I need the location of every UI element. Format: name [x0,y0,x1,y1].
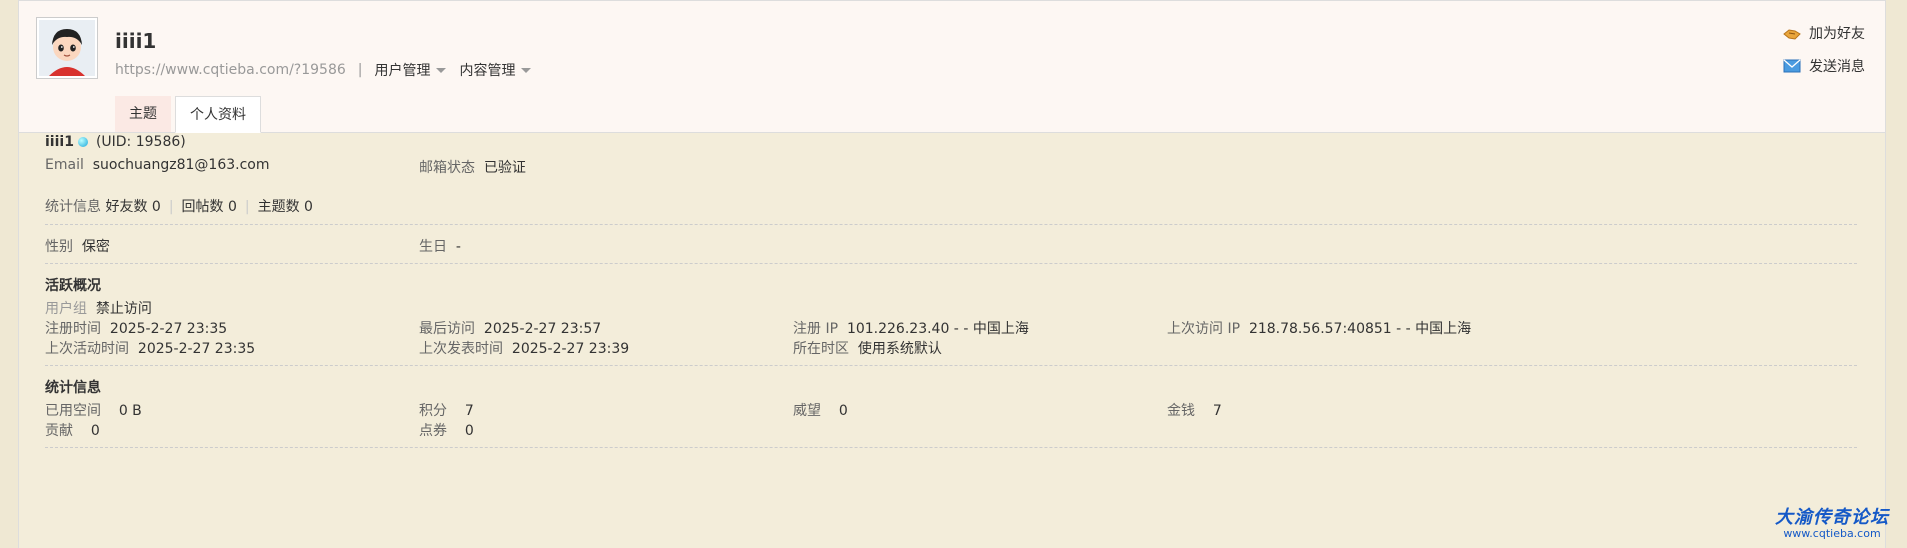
money-value: 7 [1212,403,1222,419]
prestige-value: 0 [838,403,848,419]
contribution-label: 贡献 [45,423,73,439]
watermark-title: 大渝传奇论坛 [1775,507,1889,528]
detail-username: iiii1 [45,134,74,150]
reg-ip-label: 注册 IP [793,321,839,337]
birthday-value: - [455,239,461,255]
last-active-value: 2025-2-27 23:35 [137,341,256,357]
last-ip-row: 上次访问 IP 218.78.56.57:40851 - - 中国上海 [1167,318,1471,338]
add-friend-button[interactable]: 加为好友 [1783,23,1865,43]
gender-value: 保密 [81,239,110,255]
points-row: 积分 7 [419,400,474,420]
stats-summary-row: 统计信息 好友数 0 | 回帖数 0 | 主题数 0 [45,196,313,216]
last-visit-row: 最后访问 2025-2-27 23:57 [419,318,601,338]
money-row: 金钱 7 [1167,400,1222,420]
prestige-label: 威望 [793,403,821,419]
reg-ip-value: 101.226.23.40 - - 中国上海 [846,321,1029,337]
send-message-button[interactable]: 发送消息 [1783,56,1865,76]
birthday-row: 生日 - [419,236,461,256]
timezone-value: 使用系统默认 [857,341,942,357]
separator: | [244,199,250,215]
content-management-label: 内容管理 [459,63,516,79]
email-value: suochuangz81@163.com [92,157,270,173]
email-status-value: 已验证 [483,160,526,176]
content-management-menu[interactable]: 内容管理 [460,60,531,80]
profile-username: iiii1 [115,29,157,53]
reg-ip-row: 注册 IP 101.226.23.40 - - 中国上海 [793,318,1029,338]
statistics-heading: 统计信息 [45,380,101,396]
birthday-label: 生日 [419,239,447,255]
profile-tabs: 主题 个人资料 [115,96,261,133]
profile-actions: 加为好友 发送消息 [1783,23,1865,89]
add-friend-icon [1783,29,1801,40]
usergroup-value[interactable]: 禁止访问 [96,301,152,317]
avatar[interactable] [36,17,98,79]
profile-header: iiii1 https://www.cqtieba.com/?19586 | 用… [19,0,1885,133]
points-label: 积分 [419,403,447,419]
tab-profile[interactable]: 个人资料 [175,96,261,133]
timezone-label: 所在时区 [793,341,849,357]
reg-time-row: 注册时间 2025-2-27 23:35 [45,318,227,338]
usergroup-label: 用户组 [45,301,87,317]
money-label: 金钱 [1167,403,1195,419]
divider [45,224,1857,225]
user-management-menu[interactable]: 用户管理 [375,60,446,80]
prestige-row: 威望 0 [793,400,848,420]
last-active-row: 上次活动时间 2025-2-27 23:35 [45,338,255,358]
separator: | [357,62,363,78]
profile-subline: https://www.cqtieba.com/?19586 | 用户管理 内容… [115,60,545,80]
points-value: 7 [464,403,474,419]
last-post-label: 上次发表时间 [419,341,503,357]
last-visit-label: 最后访问 [419,321,475,337]
profile-url[interactable]: https://www.cqtieba.com/?19586 [115,62,346,78]
divider [45,447,1857,448]
add-friend-label: 加为好友 [1809,26,1865,42]
stats-summary-label: 统计信息 [45,199,101,215]
separator: | [168,199,174,215]
last-ip-label: 上次访问 IP [1167,321,1241,337]
last-active-label: 上次活动时间 [45,341,129,357]
online-status-icon [77,137,88,147]
tab-threads[interactable]: 主题 [115,96,171,132]
email-status-label: 邮箱状态 [419,160,475,176]
last-visit-value: 2025-2-27 23:57 [483,321,602,337]
coupons-row: 点券 0 [419,420,474,440]
chevron-down-icon [520,67,531,73]
last-post-value: 2025-2-27 23:39 [511,341,630,357]
timezone-row: 所在时区 使用系统默认 [793,338,942,358]
space-value: 0 B [118,403,142,419]
last-ip-value: 218.78.56.57:40851 - - 中国上海 [1248,321,1472,337]
site-watermark: 大渝传奇论坛 www.cqtieba.com [1775,503,1889,540]
replies-count-link[interactable]: 回帖数 0 [182,199,237,215]
gender-row: 性别 保密 [45,236,110,256]
email-status-row: 邮箱状态 已验证 [419,157,526,177]
activity-heading: 活跃概况 [45,278,101,294]
contribution-value: 0 [90,423,100,439]
uid-value: (UID: 19586) [95,134,186,150]
chevron-down-icon [435,67,446,73]
user-management-label: 用户管理 [374,63,431,79]
reg-time-label: 注册时间 [45,321,101,337]
contribution-row: 贡献 0 [45,420,100,440]
profile-frame: iiii1 https://www.cqtieba.com/?19586 | 用… [18,0,1886,548]
avatar-image [39,20,95,76]
name-uid-row: iiii1 (UID: 19586) [45,134,186,150]
email-label: Email [45,157,84,173]
friends-count-link[interactable]: 好友数 0 [105,199,160,215]
gender-label: 性别 [45,239,73,255]
threads-count-link[interactable]: 主题数 0 [258,199,313,215]
space-row: 已用空间 0 B [45,400,142,420]
watermark-url: www.cqtieba.com [1783,527,1881,540]
last-post-row: 上次发表时间 2025-2-27 23:39 [419,338,629,358]
send-message-label: 发送消息 [1809,59,1865,75]
coupons-label: 点券 [419,423,447,439]
divider [45,263,1857,264]
envelope-icon [1783,59,1801,73]
space-label: 已用空间 [45,403,101,419]
coupons-value: 0 [464,423,474,439]
usergroup-row: 用户组 禁止访问 [45,298,152,318]
divider [45,365,1857,366]
reg-time-value: 2025-2-27 23:35 [109,321,228,337]
email-row: Email suochuangz81@163.com [45,157,270,173]
